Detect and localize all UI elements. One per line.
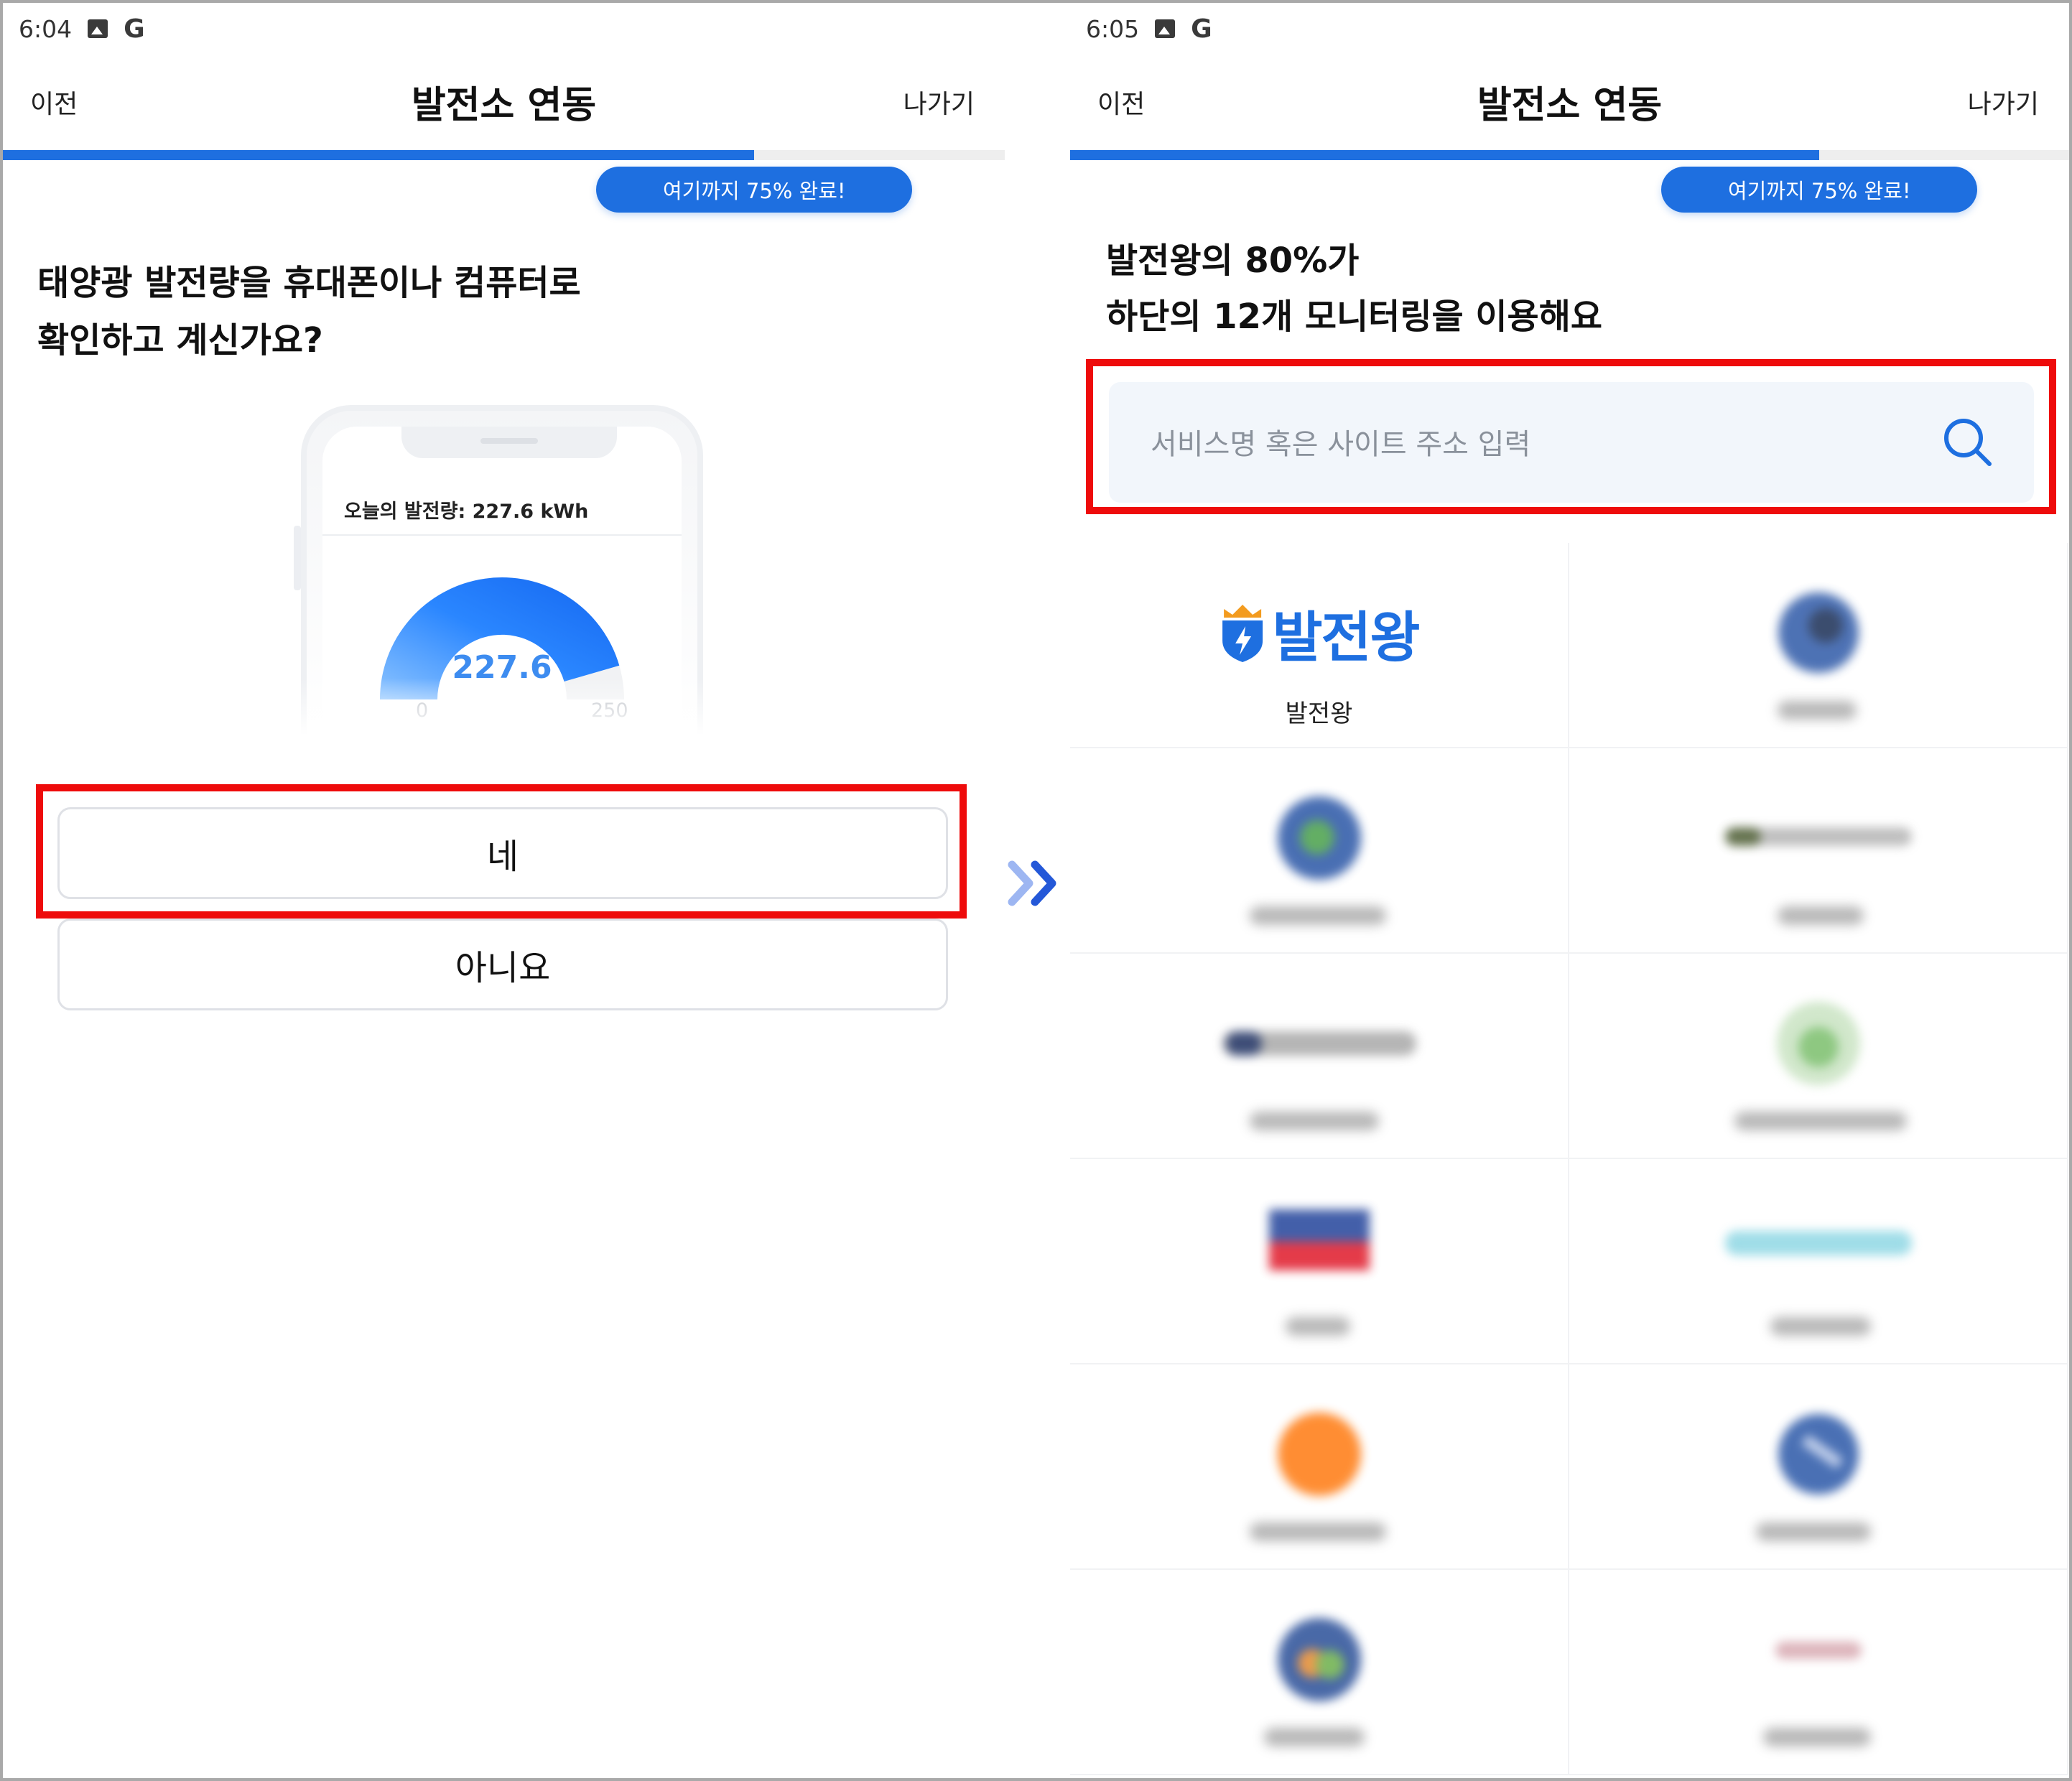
baljeonwang-logo: 발전왕 <box>1219 593 1421 672</box>
no-button[interactable]: 아니요 <box>57 919 948 1010</box>
progress-fill <box>1070 150 1820 160</box>
blurred-name <box>1250 1112 1379 1130</box>
app-header: 이전 발전소 연동 나가기 <box>1070 68 2069 132</box>
page-title: 발전소 연동 <box>1477 84 1663 127</box>
service-tile-blurred[interactable] <box>1070 748 1569 954</box>
service-tile-blurred[interactable] <box>1070 954 1569 1159</box>
divider <box>322 534 682 536</box>
service-tile-blurred[interactable] <box>1569 543 2068 748</box>
blurred-name <box>1250 1522 1386 1541</box>
logo-text: 발전왕 <box>1272 605 1421 669</box>
prev-button[interactable]: 이전 <box>30 83 78 121</box>
google-icon: G <box>1191 14 1212 44</box>
blurred-name <box>1264 1728 1365 1747</box>
status-time: 6:04 <box>19 14 73 43</box>
question-line: 확인하고 계신가요? <box>37 320 323 361</box>
right-screen: 6:05 G 이전 발전소 연동 나가기 여기까지 75% 완료! 발전왕의 8… <box>1070 3 2069 1778</box>
shield-bolt-icon <box>1222 605 1263 662</box>
app-header: 이전 발전소 연동 나가기 <box>3 68 1005 132</box>
yes-button[interactable]: 네 <box>57 807 948 899</box>
search-placeholder: 서비스명 혹은 사이트 주소 입력 <box>1151 428 1531 461</box>
page-title: 발전소 연동 <box>411 84 597 127</box>
blurred-logo-icon <box>1776 1002 1860 1085</box>
prev-button[interactable]: 이전 <box>1097 83 1145 121</box>
blurred-name <box>1250 906 1386 925</box>
progress-bar <box>1070 150 2069 160</box>
search-input[interactable]: 서비스명 혹은 사이트 주소 입력 <box>1109 382 2034 503</box>
phone-fade <box>285 678 719 735</box>
service-tile-baljeonwang[interactable]: 발전왕 발전왕 <box>1070 543 1569 748</box>
double-chevron-right-icon <box>1008 860 1056 906</box>
blurred-logo-icon <box>1222 1031 1416 1056</box>
blurred-logo-icon <box>1277 1618 1361 1701</box>
blurred-name <box>1286 1317 1350 1336</box>
blurred-logo-icon <box>1775 1642 1862 1659</box>
exit-button[interactable]: 나가기 <box>903 83 975 121</box>
google-icon: G <box>124 14 145 44</box>
progress-badge: 여기까지 75% 완료! <box>1661 167 1978 213</box>
question-text: 태양광 발전량을 휴대폰이나 컴퓨터로 확인하고 계신가요? <box>37 254 581 369</box>
status-bar: 6:05 G <box>1086 11 1212 46</box>
service-tile-blurred[interactable] <box>1569 954 2068 1159</box>
service-name: 발전왕 <box>1285 699 1353 728</box>
service-tile-blurred[interactable] <box>1070 1364 1569 1570</box>
image-icon <box>1155 19 1176 38</box>
exit-button[interactable]: 나가기 <box>1968 83 2039 121</box>
blurred-logo-icon <box>1724 1231 1912 1255</box>
blurred-logo-icon <box>1778 1414 1859 1494</box>
service-tile-blurred[interactable] <box>1569 1159 2068 1364</box>
blurred-name <box>1770 1317 1871 1336</box>
blurred-logo-icon <box>1277 796 1361 880</box>
progress-fill <box>3 150 755 160</box>
left-screen: 6:04 G 이전 발전소 연동 나가기 여기까지 75% 완료! 태양광 발전… <box>3 3 1005 1778</box>
image-icon <box>88 19 108 38</box>
blurred-name <box>1756 1522 1871 1541</box>
blurred-name <box>1778 701 1857 720</box>
service-tile-blurred[interactable] <box>1070 1159 1569 1364</box>
search-icon[interactable] <box>1941 415 1995 470</box>
status-bar: 6:04 G <box>19 11 145 46</box>
blurred-logo-icon <box>1277 1413 1361 1496</box>
phone-notch <box>401 427 617 458</box>
blurred-name <box>1763 1728 1871 1747</box>
question-line: 태양광 발전량을 휴대폰이나 컴퓨터로 <box>37 263 581 303</box>
stat-line: 발전왕의 80%가 <box>1106 241 1360 281</box>
progress-badge: 여기까지 75% 완료! <box>596 167 913 213</box>
service-tile-blurred[interactable] <box>1569 1570 2068 1775</box>
service-tile-blurred[interactable] <box>1569 748 2068 954</box>
service-tile-blurred[interactable] <box>1070 1570 1569 1775</box>
stat-text: 발전왕의 80%가 하단의 12개 모니터링을 이용해요 <box>1106 233 1602 345</box>
status-time: 6:05 <box>1086 14 1140 43</box>
blurred-logo-icon <box>1724 827 1912 846</box>
blurred-logo-icon <box>1778 592 1859 673</box>
blurred-name <box>1778 906 1864 925</box>
generation-readout: 오늘의 발전량: 227.6 kWh <box>344 501 589 523</box>
phone-illustration: 오늘의 발전량: 227.6 kWh 227.6 0 250 <box>285 405 719 735</box>
blurred-logo-icon <box>1268 1209 1370 1270</box>
blurred-name <box>1734 1112 1907 1130</box>
stat-line: 하단의 12개 모니터링을 이용해요 <box>1106 297 1603 337</box>
progress-bar <box>3 150 1005 160</box>
service-tile-blurred[interactable] <box>1569 1364 2068 1570</box>
